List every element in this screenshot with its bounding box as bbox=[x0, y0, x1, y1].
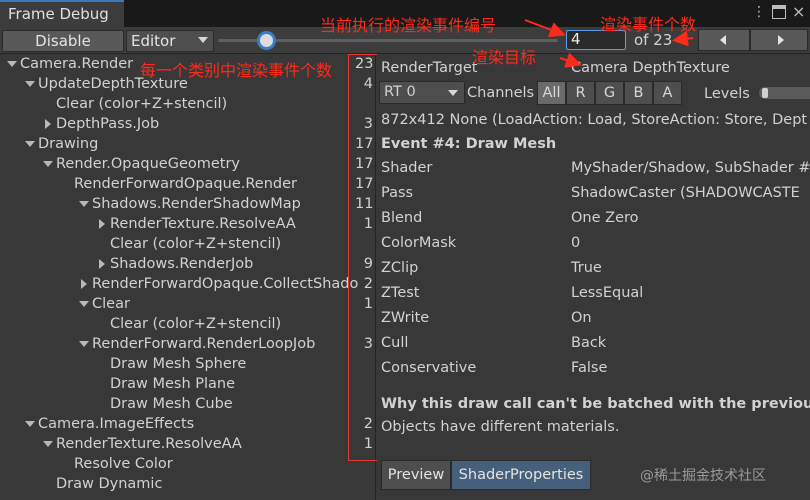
arrow-to-event-input bbox=[524, 19, 566, 38]
arrow-to-render-target bbox=[559, 52, 582, 68]
arrow-to-event-total bbox=[672, 30, 694, 47]
annotation-arrows bbox=[524, 19, 694, 68]
